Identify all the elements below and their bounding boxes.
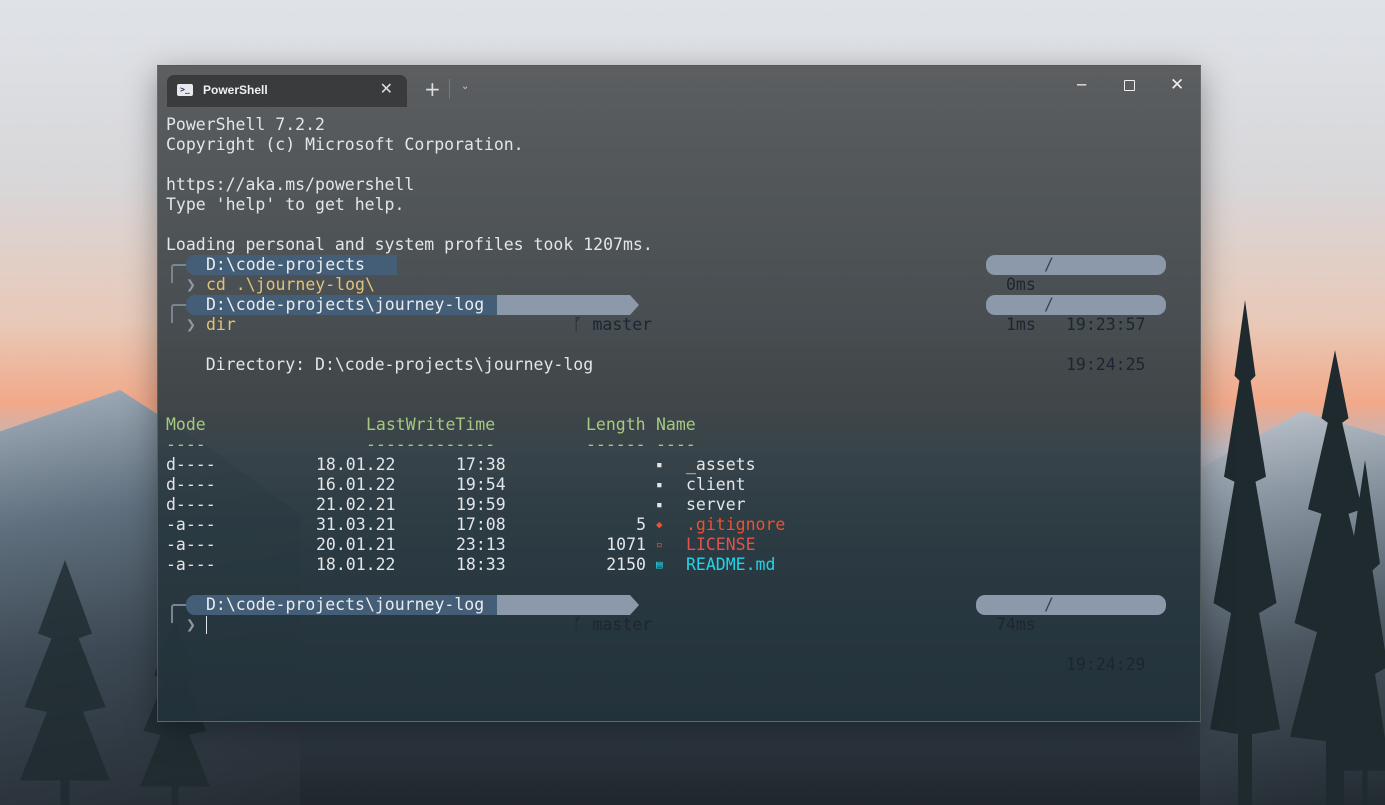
timing-divider: / [1044, 255, 1054, 274]
timing-divider: / [1044, 295, 1054, 314]
prompt-command: dir [206, 315, 236, 334]
banner-line: Type 'help' to get help. [166, 195, 405, 214]
git-icon: ◆ [656, 518, 663, 531]
git-branch-icon: ᚵ [572, 615, 583, 634]
prompt-char: ❯ [186, 615, 196, 634]
prompt-duration: 0ms [1006, 275, 1036, 294]
terminal-window: >_ PowerShell ✕ + ⌄ ─ ✕ PowerShell 7.2.2… [157, 65, 1201, 722]
row-date: 18.01.22 [316, 455, 396, 474]
prompt-char: ❯ [186, 275, 196, 294]
tab-separator [449, 79, 450, 99]
row-length: 5 [636, 515, 646, 534]
row-name: .gitignore [686, 515, 786, 534]
row-length: 2150 [606, 555, 646, 574]
column-header-length: Length [586, 415, 646, 434]
directory-label: Directory: D:\code-projects\journey-log [166, 355, 594, 374]
folder-icon: ▪ [656, 478, 663, 491]
row-name: _assets [686, 455, 756, 474]
row-date: 16.01.22 [316, 475, 396, 494]
row-time: 17:08 [456, 515, 506, 534]
prompt-git: ᚵ master [497, 595, 652, 634]
row-mode: -a--- [166, 555, 216, 574]
row-date: 20.01.21 [316, 535, 396, 554]
terminal-output[interactable]: PowerShell 7.2.2 Copyright (c) Microsoft… [166, 114, 1194, 714]
minimize-icon[interactable]: ─ [1077, 76, 1086, 94]
column-underline: ------ [586, 435, 646, 454]
prompt-connector [171, 304, 187, 323]
plus-icon[interactable]: + [424, 78, 441, 100]
prompt-time: 19:24:25 [1066, 355, 1146, 374]
prompt-path: D:\code-projects\journey-log [186, 295, 517, 315]
row-mode: -a--- [166, 535, 216, 554]
git-branch-icon: ᚵ [572, 315, 583, 334]
prompt-timing: 1ms / 19:24:25 [986, 295, 1166, 374]
prompt-timing: 0ms / 19:23:57 [986, 255, 1166, 334]
column-underline: ---- [166, 435, 206, 454]
prompt-time: 19:24:29 [1066, 655, 1146, 674]
maximize-icon[interactable] [1124, 80, 1135, 91]
row-mode: d---- [166, 495, 216, 514]
column-header-name: Name [656, 415, 696, 434]
license-icon: ▫ [656, 538, 663, 551]
prompt-timing: 74ms / 19:24:29 [976, 595, 1166, 674]
row-name: server [686, 495, 746, 514]
row-name: client [686, 475, 746, 494]
row-length [586, 455, 646, 475]
prompt-time: 19:23:57 [1066, 315, 1146, 334]
close-window-icon[interactable]: ✕ [1170, 76, 1184, 94]
row-mode: d---- [166, 455, 216, 474]
prompt-path: D:\code-projects\journey-log [186, 595, 517, 615]
title-bar[interactable]: >_ PowerShell ✕ + ⌄ ─ ✕ [158, 66, 1200, 107]
prompt-char: ❯ [186, 315, 196, 334]
row-time: 18:33 [456, 555, 506, 574]
git-branch-name: master [592, 615, 653, 634]
row-name: LICENSE [686, 535, 756, 554]
row-time: 23:13 [456, 535, 506, 554]
column-header-mode: Mode [166, 415, 206, 434]
banner-line: Copyright (c) Microsoft Corporation. [166, 135, 524, 154]
chevron-down-icon[interactable]: ⌄ [461, 81, 469, 92]
row-mode: -a--- [166, 515, 216, 534]
column-header-lastwritetime: LastWriteTime [366, 415, 496, 434]
row-date: 31.03.21 [316, 515, 396, 534]
row-time: 19:54 [456, 475, 506, 494]
readme-icon: ▤ [656, 558, 663, 571]
powershell-icon: >_ [177, 84, 193, 96]
column-underline: ---- [656, 435, 696, 454]
column-underline: ------------- [366, 435, 496, 454]
row-length: 1071 [606, 535, 646, 554]
timing-divider: / [1044, 595, 1054, 614]
prompt-duration: 1ms [1006, 315, 1036, 334]
tab-title: PowerShell [203, 83, 268, 97]
row-time: 17:38 [456, 455, 506, 474]
banner-line: Loading personal and system profiles too… [166, 235, 653, 254]
banner-line: https://aka.ms/powershell [166, 175, 415, 194]
git-branch-name: master [592, 315, 653, 334]
close-icon[interactable]: ✕ [380, 80, 393, 98]
row-date: 21.02.21 [316, 495, 396, 514]
folder-icon: ▪ [656, 498, 663, 511]
folder-icon: ▪ [656, 458, 663, 471]
prompt-git: ᚵ master [497, 295, 652, 334]
prompt-path: D:\code-projects [186, 255, 397, 275]
row-mode: d---- [166, 475, 216, 494]
banner-line: PowerShell 7.2.2 [166, 115, 325, 134]
text-cursor[interactable] [206, 616, 207, 634]
row-time: 19:59 [456, 495, 506, 514]
row-name: README.md [686, 555, 776, 574]
row-length [586, 475, 646, 495]
prompt-connector [171, 264, 187, 283]
tab-powershell[interactable]: >_ PowerShell ✕ [167, 75, 407, 107]
prompt-connector [171, 604, 187, 623]
prompt-command: cd .\journey-log\ [206, 275, 375, 294]
row-length [586, 495, 646, 515]
row-date: 18.01.22 [316, 555, 396, 574]
prompt-duration: 74ms [996, 615, 1036, 634]
